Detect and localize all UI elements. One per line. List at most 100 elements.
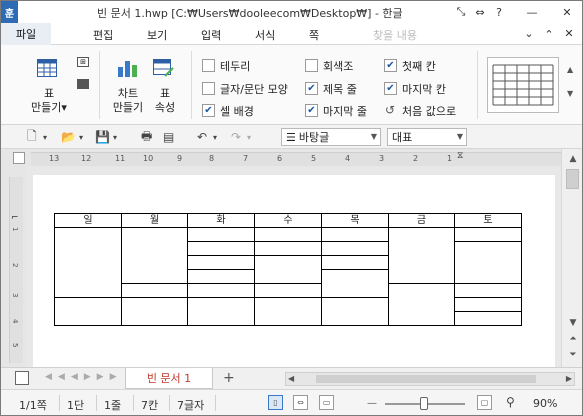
- table-header-cell[interactable]: 수: [254, 213, 322, 228]
- table-cell[interactable]: [454, 241, 522, 284]
- table-cell[interactable]: [121, 297, 188, 326]
- eraser-icon[interactable]: [77, 79, 89, 89]
- reset-button[interactable]: 처음 값으로: [402, 103, 456, 119]
- table-header-cell[interactable]: 토: [454, 213, 522, 228]
- table-cell[interactable]: [187, 283, 255, 298]
- add-tab-icon[interactable]: +: [223, 370, 235, 386]
- preview-icon[interactable]: ▤: [163, 129, 174, 145]
- checkbox-title-row[interactable]: ✔: [305, 82, 318, 95]
- print-icon[interactable]: 🖶: [141, 129, 152, 145]
- checkbox-last-col[interactable]: ✔: [384, 82, 397, 95]
- table-header-cell[interactable]: 월: [121, 213, 188, 228]
- make-table-button[interactable]: 표 만들기▾: [29, 87, 69, 115]
- zoom-icon[interactable]: ⤡: [453, 4, 469, 20]
- scroll-up-icon[interactable]: ▲: [567, 153, 579, 165]
- table-header-cell[interactable]: 화: [187, 213, 255, 228]
- page-down-icon[interactable]: ⏷: [567, 349, 579, 361]
- width-view-icon[interactable]: ⇔: [293, 395, 308, 410]
- table-cell[interactable]: [254, 227, 322, 242]
- checkbox-first-col[interactable]: ✔: [384, 59, 397, 72]
- scroll-left-icon[interactable]: ◀: [288, 374, 294, 383]
- ribbon-close-icon[interactable]: ✕: [561, 25, 577, 41]
- table-cell[interactable]: [187, 269, 255, 284]
- table-cell[interactable]: [454, 297, 522, 312]
- zoom-in-icon[interactable]: ▢: [477, 395, 492, 410]
- magnifier-icon[interactable]: ⚲: [506, 395, 515, 409]
- table-cell[interactable]: [254, 255, 322, 284]
- style-combo[interactable]: ☰ 바탕글 ▼: [281, 128, 381, 146]
- close-icon[interactable]: ✕: [559, 4, 575, 20]
- table-cell[interactable]: [388, 227, 455, 284]
- scroll-down-icon[interactable]: ▼: [567, 317, 579, 329]
- page-view-icon[interactable]: ▯: [268, 395, 283, 410]
- indent-marker[interactable]: ⧖: [457, 151, 463, 161]
- tab-nav-icons[interactable]: ◀◀◀▶▶▶: [45, 372, 123, 382]
- table-cell[interactable]: [54, 297, 122, 326]
- minimize-icon[interactable]: —: [524, 4, 540, 20]
- page-up-icon[interactable]: ⏶: [567, 333, 579, 345]
- menu-view[interactable]: 보기: [147, 27, 167, 43]
- expand-icon[interactable]: ⇔: [472, 4, 488, 20]
- vertical-ruler[interactable]: ⌐ 1 2 3 4 5: [1, 167, 27, 367]
- horizontal-scrollbar[interactable]: ◀ ▶: [285, 372, 575, 386]
- chevron-down-icon[interactable]: ▼: [567, 89, 573, 98]
- chevron-down-icon[interactable]: ▾: [43, 129, 47, 145]
- status-page[interactable]: 1/1쪽: [19, 397, 47, 413]
- table-cell[interactable]: [321, 227, 389, 242]
- document-table[interactable]: 일 월 화 수 목 금 토: [54, 213, 522, 326]
- table-cell[interactable]: [121, 227, 188, 284]
- zoom-level[interactable]: 90%: [533, 397, 557, 410]
- font-combo[interactable]: 대표 ▼: [387, 128, 467, 146]
- table-header-cell[interactable]: 목: [321, 213, 389, 228]
- table-cell[interactable]: [121, 283, 188, 298]
- table-cell[interactable]: [454, 227, 522, 242]
- open-folder-icon[interactable]: 📂: [61, 129, 76, 145]
- checkbox-border[interactable]: [202, 59, 215, 72]
- table-cell[interactable]: [187, 255, 255, 270]
- chevron-up-icon[interactable]: ▲: [567, 65, 573, 74]
- table-header-cell[interactable]: 일: [54, 213, 122, 228]
- grid-small-icon[interactable]: ⊞: [77, 57, 89, 67]
- horizontal-ruler[interactable]: 13 12 11 10 9 8 7 6 5 4 3 2 1 ⧖: [31, 151, 561, 166]
- checkbox-char-shape[interactable]: [202, 82, 215, 95]
- tab-document[interactable]: 빈 문서 1: [125, 368, 213, 389]
- chevron-up-icon[interactable]: ⌃: [541, 26, 557, 42]
- menu-format[interactable]: 서식: [255, 27, 275, 43]
- table-cell[interactable]: [321, 269, 389, 298]
- menu-insert[interactable]: 입력: [201, 27, 221, 43]
- save-icon[interactable]: 💾: [95, 129, 110, 145]
- redo-icon[interactable]: ↷: [231, 129, 241, 145]
- app-logo[interactable]: 훈: [1, 1, 18, 23]
- chevron-down-icon[interactable]: ▾: [247, 129, 251, 145]
- menu-edit[interactable]: 편집: [93, 27, 113, 43]
- table-cell[interactable]: [454, 311, 522, 326]
- scroll-thumb[interactable]: [316, 375, 536, 383]
- chevron-down-icon[interactable]: ▾: [113, 129, 117, 145]
- checkbox-cell-bg[interactable]: ✔: [202, 104, 215, 117]
- chevron-down-icon[interactable]: ▾: [79, 129, 83, 145]
- scroll-right-icon[interactable]: ▶: [566, 374, 572, 383]
- table-cell[interactable]: [187, 227, 255, 242]
- vertical-scrollbar[interactable]: ▲ ▼ ⏶ ⏷: [561, 149, 582, 367]
- chevron-down-icon[interactable]: ▾: [213, 129, 217, 145]
- table-cell[interactable]: [321, 255, 389, 270]
- table-cell[interactable]: [54, 227, 122, 298]
- table-cell[interactable]: [454, 283, 522, 298]
- table-properties-button[interactable]: 표 속성: [151, 87, 179, 115]
- ruler-corner[interactable]: [13, 152, 25, 164]
- menu-page[interactable]: 쪽: [309, 27, 319, 43]
- table-header-cell[interactable]: 금: [388, 213, 455, 228]
- chevron-down-icon[interactable]: ⌄: [521, 25, 537, 41]
- table-cell[interactable]: [187, 297, 255, 326]
- zoom-slider-knob[interactable]: [420, 397, 428, 410]
- table-cell[interactable]: [254, 241, 322, 256]
- make-chart-button[interactable]: 차트 만들기: [107, 87, 149, 115]
- sidebar-toggle-icon[interactable]: [15, 371, 29, 385]
- table-cell[interactable]: [321, 241, 389, 256]
- table-cell[interactable]: [187, 241, 255, 256]
- find-input[interactable]: 찾을 내용: [373, 27, 417, 43]
- menu-file[interactable]: 파일: [1, 23, 51, 45]
- checkbox-last-row[interactable]: ✔: [305, 104, 318, 117]
- zoom-out-icon[interactable]: —: [367, 398, 377, 409]
- new-doc-icon[interactable]: 🗋: [27, 129, 37, 145]
